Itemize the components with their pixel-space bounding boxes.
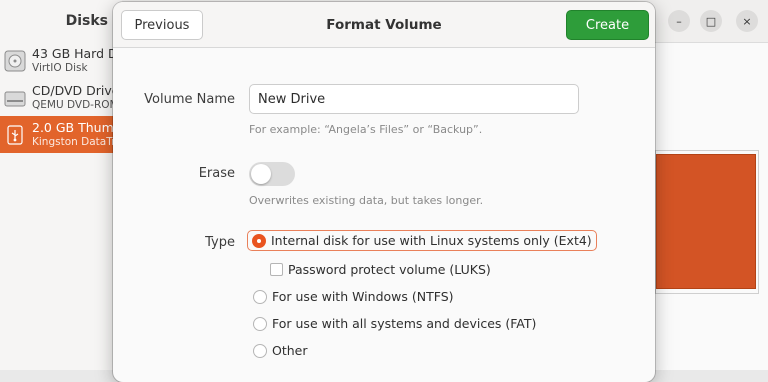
drive-model: Kingston DataTraveler xyxy=(32,135,122,148)
drive-model: QEMU DVD-ROM xyxy=(32,98,119,111)
radio-selected-icon xyxy=(252,233,266,248)
radio-icon xyxy=(253,289,267,304)
volume-name-label: Volume Name xyxy=(144,92,235,107)
type-label: Type xyxy=(205,235,235,250)
type-option-label: Other xyxy=(272,343,308,358)
previous-button[interactable]: Previous xyxy=(121,10,203,40)
type-option-ntfs[interactable]: For use with Windows (NTFS) xyxy=(253,289,454,304)
drive-name: 43 GB Hard Disk xyxy=(32,45,122,61)
optical-drive-icon xyxy=(4,91,26,106)
volume-name-hint: For example: “Angela’s Files” or “Backup… xyxy=(249,123,483,136)
volume-name-input[interactable] xyxy=(249,84,579,114)
drive-model: VirtIO Disk xyxy=(32,61,88,74)
type-option-other[interactable]: Other xyxy=(253,343,308,358)
drive-list: 43 GB Hard Disk VirtIO Disk CD/DVD Drive… xyxy=(0,42,122,153)
usb-icon xyxy=(7,124,23,145)
erase-label: Erase xyxy=(198,166,235,181)
maximize-button[interactable]: □ xyxy=(700,10,722,32)
drive-item-usb[interactable]: 2.0 GB Thumb Drive Kingston DataTraveler xyxy=(0,116,122,153)
close-button[interactable]: × xyxy=(736,10,758,32)
minimize-button[interactable]: – xyxy=(668,10,690,32)
drive-item-hard-disk[interactable]: 43 GB Hard Disk VirtIO Disk xyxy=(0,42,122,79)
radio-icon xyxy=(253,343,267,358)
type-option-ext4[interactable]: Internal disk for use with Linux systems… xyxy=(247,230,597,251)
drives-sidebar: Disks 43 GB Hard Disk VirtIO Disk xyxy=(0,0,123,370)
checkbox-icon xyxy=(270,263,283,276)
format-volume-dialog: Format Volume Previous Create Volume Nam… xyxy=(113,2,655,382)
type-option-label: For use with all systems and devices (FA… xyxy=(272,316,537,331)
type-option-fat[interactable]: For use with all systems and devices (FA… xyxy=(253,316,536,331)
type-option-label: Internal disk for use with Linux systems… xyxy=(271,233,592,248)
erase-toggle[interactable] xyxy=(249,162,295,186)
app-title: Disks xyxy=(65,13,108,29)
radio-icon xyxy=(253,316,267,331)
password-protect-checkbox[interactable]: Password protect volume (LUKS) xyxy=(270,262,491,277)
drive-name: CD/DVD Drive xyxy=(32,82,120,98)
type-option-label: For use with Windows (NTFS) xyxy=(272,289,454,304)
drive-name: 2.0 GB Thumb Drive xyxy=(32,119,122,135)
drive-item-optical[interactable]: CD/DVD Drive QEMU DVD-ROM xyxy=(0,79,122,116)
dialog-header: Format Volume Previous Create xyxy=(113,2,655,48)
erase-hint: Overwrites existing data, but takes long… xyxy=(249,194,484,207)
hard-disk-icon xyxy=(4,50,26,71)
password-protect-label: Password protect volume (LUKS) xyxy=(288,262,491,277)
volume-partition-bar[interactable] xyxy=(656,154,756,289)
create-button[interactable]: Create xyxy=(566,10,649,40)
toggle-knob xyxy=(251,164,271,184)
